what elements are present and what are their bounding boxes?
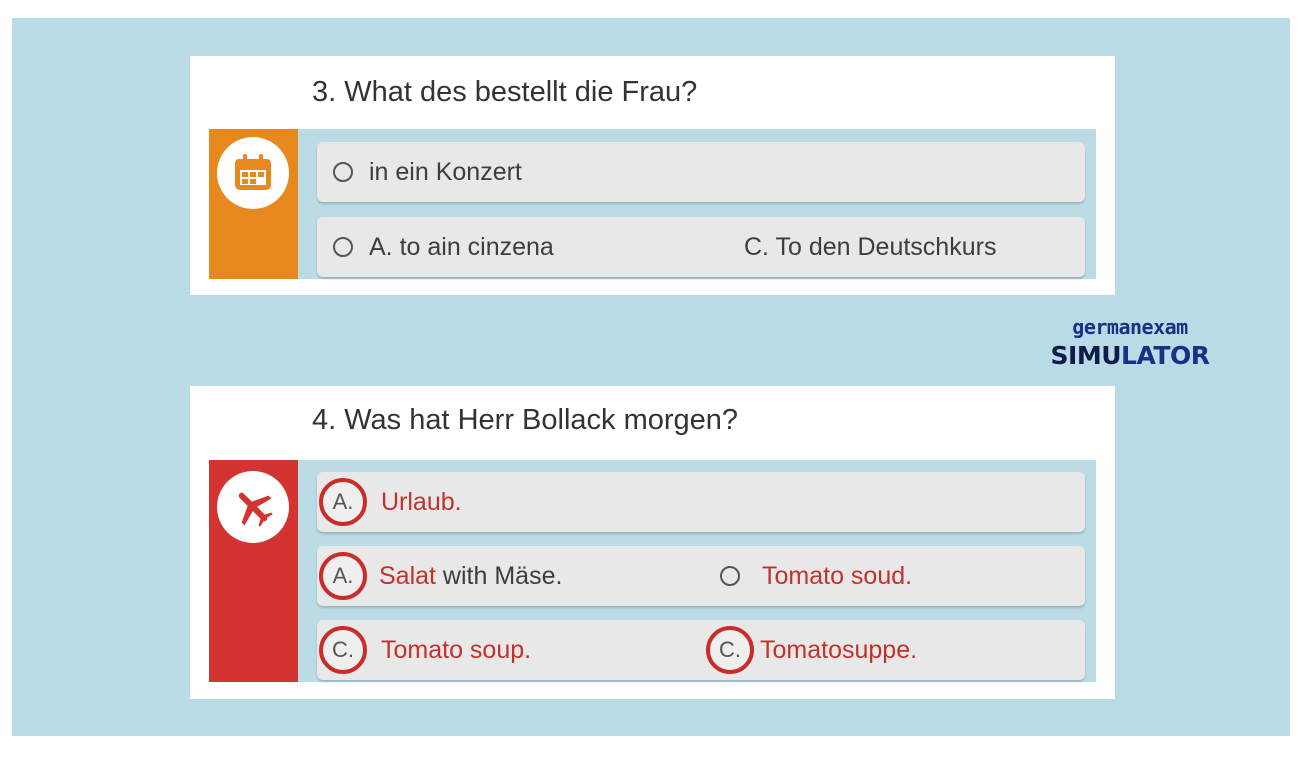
answer-row-3: C. Tomato soup. C. Tomatosuppe. — [317, 620, 1085, 680]
answer-option-a[interactable]: A. to ain cinzena — [333, 217, 554, 277]
answer-row-2: A. to ain cinzena C. To den Deutschkurs — [317, 217, 1085, 277]
answer-option-tomatosuppe[interactable]: C. Tomatosuppe. — [706, 620, 917, 680]
brand-logo: germanexam SIMULATOR — [1050, 315, 1210, 370]
answer-option-tomato-soup[interactable]: C. Tomato soup. — [319, 620, 531, 680]
brand-subtitle: SIMULATOR — [1050, 341, 1210, 370]
option-letter-badge: A. — [319, 478, 367, 526]
option-label: in ein Konzert — [369, 157, 522, 186]
question-card-3: 3. What des bestellt die Frau? in ein Ko… — [190, 56, 1115, 295]
question-card-4: 4. Was hat Herr Bollack morgen? A. Urlau… — [190, 386, 1115, 699]
category-strip — [209, 129, 298, 279]
option-letter-badge: C. — [706, 626, 754, 674]
airplane-icon — [217, 471, 289, 543]
answers-panel: A. Urlaub. A. Salat with Mäse. Tomato so… — [209, 460, 1096, 682]
question-title: 3. What des bestellt die Frau? — [312, 76, 698, 108]
answer-option-tomato-soud[interactable]: Tomato soud. — [720, 546, 912, 606]
option-label: Tomatosuppe. — [760, 635, 918, 664]
option-label: C. To den Deutschkurs — [744, 232, 997, 261]
calendar-icon — [217, 137, 289, 209]
option-label: Salat with Mäse. — [379, 561, 563, 590]
option-letter-badge: A. — [319, 552, 367, 600]
option-label: Tomato soud. — [762, 561, 913, 590]
option-label: Tomato soup. — [381, 635, 532, 664]
answer-row-2: A. Salat with Mäse. Tomato soud. — [317, 546, 1085, 606]
category-strip — [209, 460, 298, 682]
radio-button[interactable] — [720, 566, 740, 586]
brand-name: germanexam — [1072, 315, 1188, 339]
answer-option-salat[interactable]: A. Salat with Mäse. — [319, 546, 562, 606]
radio-button[interactable] — [333, 162, 353, 182]
answer-option-konzert[interactable]: in ein Konzert — [317, 142, 1085, 202]
question-title: 4. Was hat Herr Bollack morgen? — [312, 404, 739, 436]
option-letter-badge: C. — [319, 626, 367, 674]
radio-button[interactable] — [333, 237, 353, 257]
answer-option-urlaub[interactable]: A. Urlaub. — [317, 472, 1085, 532]
option-label: Urlaub. — [381, 487, 462, 516]
option-label: A. to ain cinzena — [369, 232, 554, 261]
answers-panel: in ein Konzert A. to ain cinzena C. To d… — [209, 129, 1096, 279]
answer-option-c[interactable]: C. To den Deutschkurs — [744, 217, 996, 277]
